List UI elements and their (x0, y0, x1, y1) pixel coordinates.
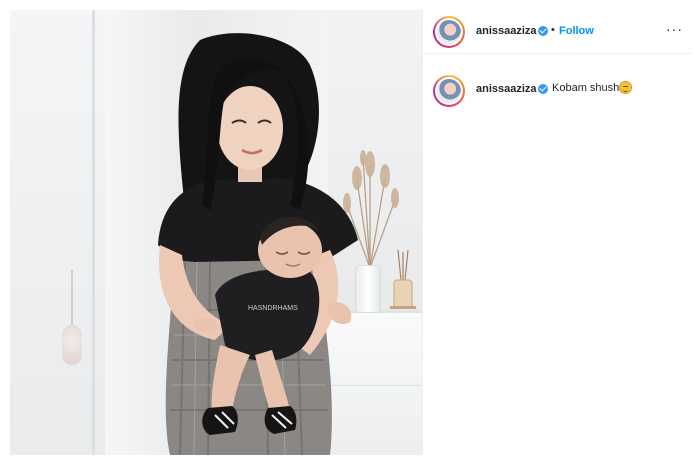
follow-button[interactable]: Follow (559, 25, 594, 37)
caption-author-avatar[interactable] (433, 75, 465, 107)
mother-and-baby-figure: HASNDRHAMS (158, 33, 358, 455)
instagram-post: HASNDRHAMS anissaaziza • Follow ··· anis… (0, 0, 700, 465)
post-header: anissaaziza • Follow ··· (423, 10, 691, 54)
author-avatar[interactable] (433, 16, 465, 48)
verified-badge-icon (538, 84, 548, 94)
avatar-photo (437, 20, 461, 44)
more-options-icon[interactable]: ··· (666, 21, 683, 37)
smiling-face-emoji-icon (619, 81, 632, 94)
caption-username[interactable]: anissaaziza (476, 83, 537, 95)
follow-separator: • (551, 24, 555, 36)
caption-text: Kobam shushu. (552, 82, 629, 94)
post-sidebar: anissaaziza • Follow ··· anissaaziza Kob… (422, 10, 691, 455)
svg-text:HASNDRHAMS: HASNDRHAMS (248, 305, 298, 312)
author-username[interactable]: anissaaziza (476, 25, 537, 37)
verified-badge-icon (538, 26, 548, 36)
post-photo[interactable]: HASNDRHAMS (10, 10, 422, 455)
avatar-photo (437, 79, 461, 103)
caption-comment: anissaaziza Kobam shushu. (423, 70, 691, 110)
